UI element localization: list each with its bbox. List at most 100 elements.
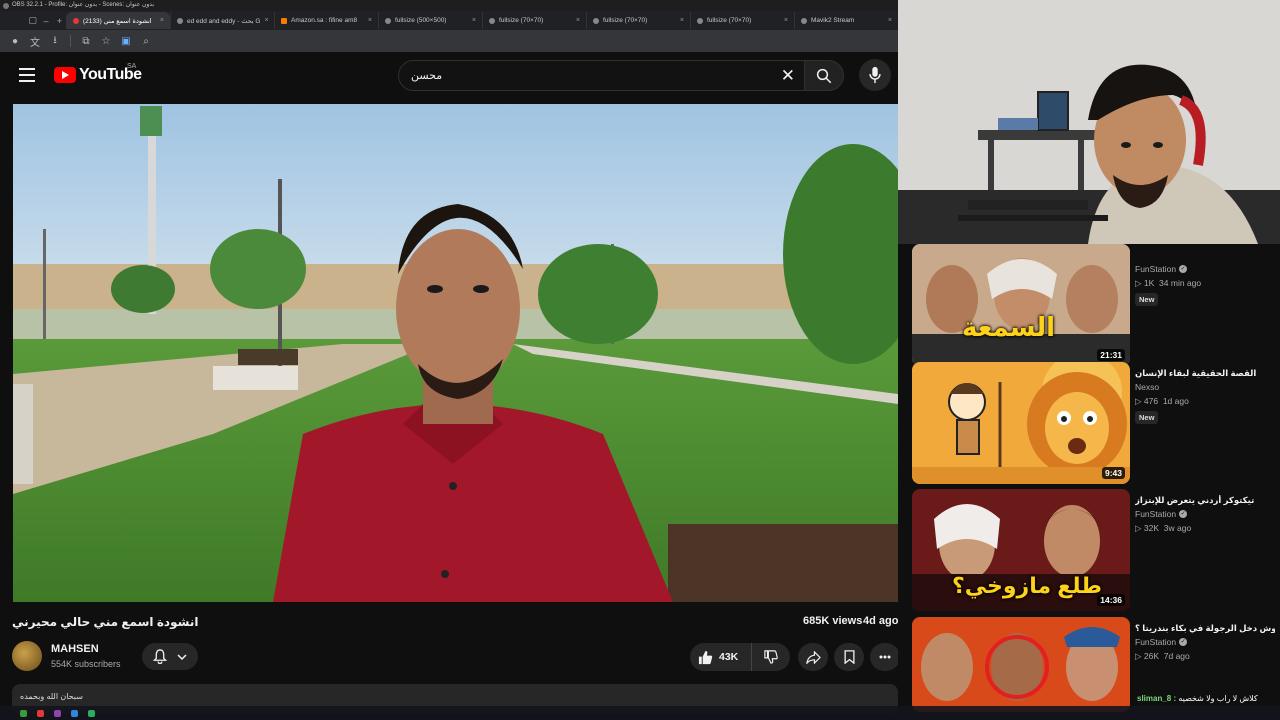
recommendation-channel[interactable]: FunStation ✓ [1135,509,1275,519]
verified-icon: ✓ [1179,638,1188,646]
youtube-header: YouTube SA محسن ✕ [0,52,898,99]
microphone-icon [869,66,881,84]
channel-name[interactable]: MAHSEN [51,643,99,655]
channel-label: Nexso [1135,382,1160,392]
video-frame [13,104,898,602]
bookmark-icon [843,650,855,664]
description-text: سبحان الله وبحمده [20,692,83,701]
tab-label: Amazon.sa : fifine am8 [290,17,358,24]
search-input[interactable]: محسن ✕ [398,60,806,91]
extensions-icon[interactable]: ⧉ [77,32,95,50]
close-tab-icon[interactable]: × [680,17,684,24]
close-tab-icon[interactable]: × [368,17,372,24]
verified-icon: ✓ [1179,510,1188,518]
browser-toolbar: ● 文 ⭳ ⧉ ☆ ▣ ⌕ [0,30,898,52]
video-player[interactable] [13,104,898,602]
browser-tab[interactable]: fullsize (70×70) × [689,12,794,29]
profile-icon[interactable]: ● [6,32,24,50]
browser-tab[interactable]: fullsize (70×70) × [585,12,690,29]
dislike-button[interactable] [752,650,790,664]
subscribed-button[interactable] [142,643,198,670]
recommendation-channel[interactable]: FunStation ✓ [1135,264,1275,274]
recommendation-thumbnail[interactable]: طلع مازوخي؟ 14:36 [912,489,1130,611]
app-icon[interactable] [37,709,44,717]
save-button[interactable] [834,643,864,671]
bookmark-star-icon[interactable]: ☆ [97,32,115,50]
bell-icon [153,649,167,664]
recommendation-thumbnail[interactable]: 9:43 [912,362,1130,484]
more-actions-button[interactable] [870,643,900,671]
recommendation-channel[interactable]: FunStation ✓ [1135,637,1275,647]
region-code: SA [127,63,137,70]
clear-search-icon[interactable]: ✕ [781,66,795,86]
app-icon[interactable] [54,709,61,717]
browser-tab-bar: ▢ – + انشودة اسمع مني (2133) × ed edd and … [0,11,898,30]
recommendation-channel[interactable]: Nexso [1135,382,1275,392]
google-favicon-icon [176,17,183,24]
tab-search-icon[interactable]: ▢ [26,15,39,26]
thumbs-down-icon [764,650,778,664]
like-button[interactable]: 43K [690,643,752,671]
recommendation-item[interactable]: السمعة 21:31 FunStation ✓ ▷ 1K 34 min ago… [912,244,1280,366]
thumbnail-text: طلع مازوخي؟ [952,573,1102,598]
tab-label: انشودة اسمع مني (2133) [82,17,152,25]
app-icon[interactable] [88,709,95,717]
app-icon[interactable] [20,709,27,717]
recommendation-title[interactable]: تيكتوكر أردني يتعرض للإبتزاز [1135,495,1275,507]
minimize-icon[interactable]: – [39,16,52,26]
video-duration: 9:43 [1101,467,1125,479]
video-duration: 21:31 [1097,349,1125,361]
browser-tab[interactable]: Amazon.sa : fifine am8 × [273,12,378,29]
subscriber-count: 554K subscribers [51,659,121,669]
share-button[interactable] [798,643,828,671]
close-tab-icon[interactable]: × [472,17,476,24]
close-tab-icon[interactable]: × [576,17,580,24]
recommendation-thumbnail[interactable] [912,617,1130,712]
rec-ago: 1d ago [1162,396,1189,406]
verified-icon: ✓ [1179,265,1188,273]
recommendation-title[interactable] [1135,250,1275,262]
chevron-down-icon [177,653,187,660]
obs-icon [3,3,9,9]
browser-tab[interactable]: انشودة اسمع مني (2133) × [65,12,170,29]
voice-search-button[interactable] [859,59,891,91]
close-tab-icon[interactable]: × [784,17,788,24]
app-icon[interactable] [71,709,78,717]
recommendation-title[interactable]: القصة الحقيقية لبقاء الإنسان [1135,368,1275,380]
chat-username: sliman_8 : [1137,694,1177,703]
channel-avatar[interactable] [12,641,42,671]
tab-label: fullsize (70×70) [498,17,544,24]
new-tab-icon[interactable]: + [53,16,66,26]
recommendation-meta: ▷ 32K 3w ago [1135,523,1192,533]
download-icon[interactable]: ⭳ [46,32,64,50]
image-favicon-icon [800,17,807,24]
recommendation-title[interactable]: وش دخل الرجولة في بكاء بندريتا ؟ [1135,623,1275,635]
browser-tab[interactable]: ed edd and eddy - بحث G × [169,12,274,29]
thumbnail-art [912,617,1130,712]
close-tab-icon[interactable]: × [888,17,892,24]
rec-views: 26K [1143,651,1160,661]
close-tab-icon[interactable]: × [160,17,164,24]
browser-tab[interactable]: fullsize (500×500) × [377,12,482,29]
zoom-icon[interactable]: ⌕ [137,32,155,50]
close-tab-icon[interactable]: × [264,17,268,24]
youtube-play-icon [54,67,76,83]
recommendation-thumbnail[interactable]: السمعة 21:31 [912,244,1130,366]
search-query[interactable]: محسن [411,69,442,82]
search-button[interactable] [804,60,844,91]
chat-text: كلاش لا راب ولا شخصيه [1178,694,1258,703]
image-favicon-icon [384,17,391,24]
video-title: انشودة اسمع مني حالي محيرني [12,615,199,629]
menu-icon[interactable] [19,68,35,82]
image-favicon-icon [696,17,703,24]
recommendation-item[interactable]: وش دخل الرجولة في بكاء بندريتا ؟ FunStat… [912,617,1280,720]
translate-icon[interactable]: 文 [26,32,44,50]
obs-title: OBS 32.2.1 - Profile: بدون عنوان - Scene… [12,2,155,8]
recommendation-item[interactable]: 9:43 القصة الحقيقية لبقاء الإنسان Nexso … [912,362,1280,484]
rec-ago: 7d ago [1163,651,1190,661]
tab-label: Mavik2 Stream [810,17,855,24]
recommendation-item[interactable]: طلع مازوخي؟ 14:36 تيكتوكر أردني يتعرض لل… [912,489,1280,611]
browser-tab[interactable]: Mavik2 Stream × [793,12,898,29]
screenshot-icon[interactable]: ▣ [117,32,135,50]
browser-tab[interactable]: fullsize (70×70) × [481,12,586,29]
